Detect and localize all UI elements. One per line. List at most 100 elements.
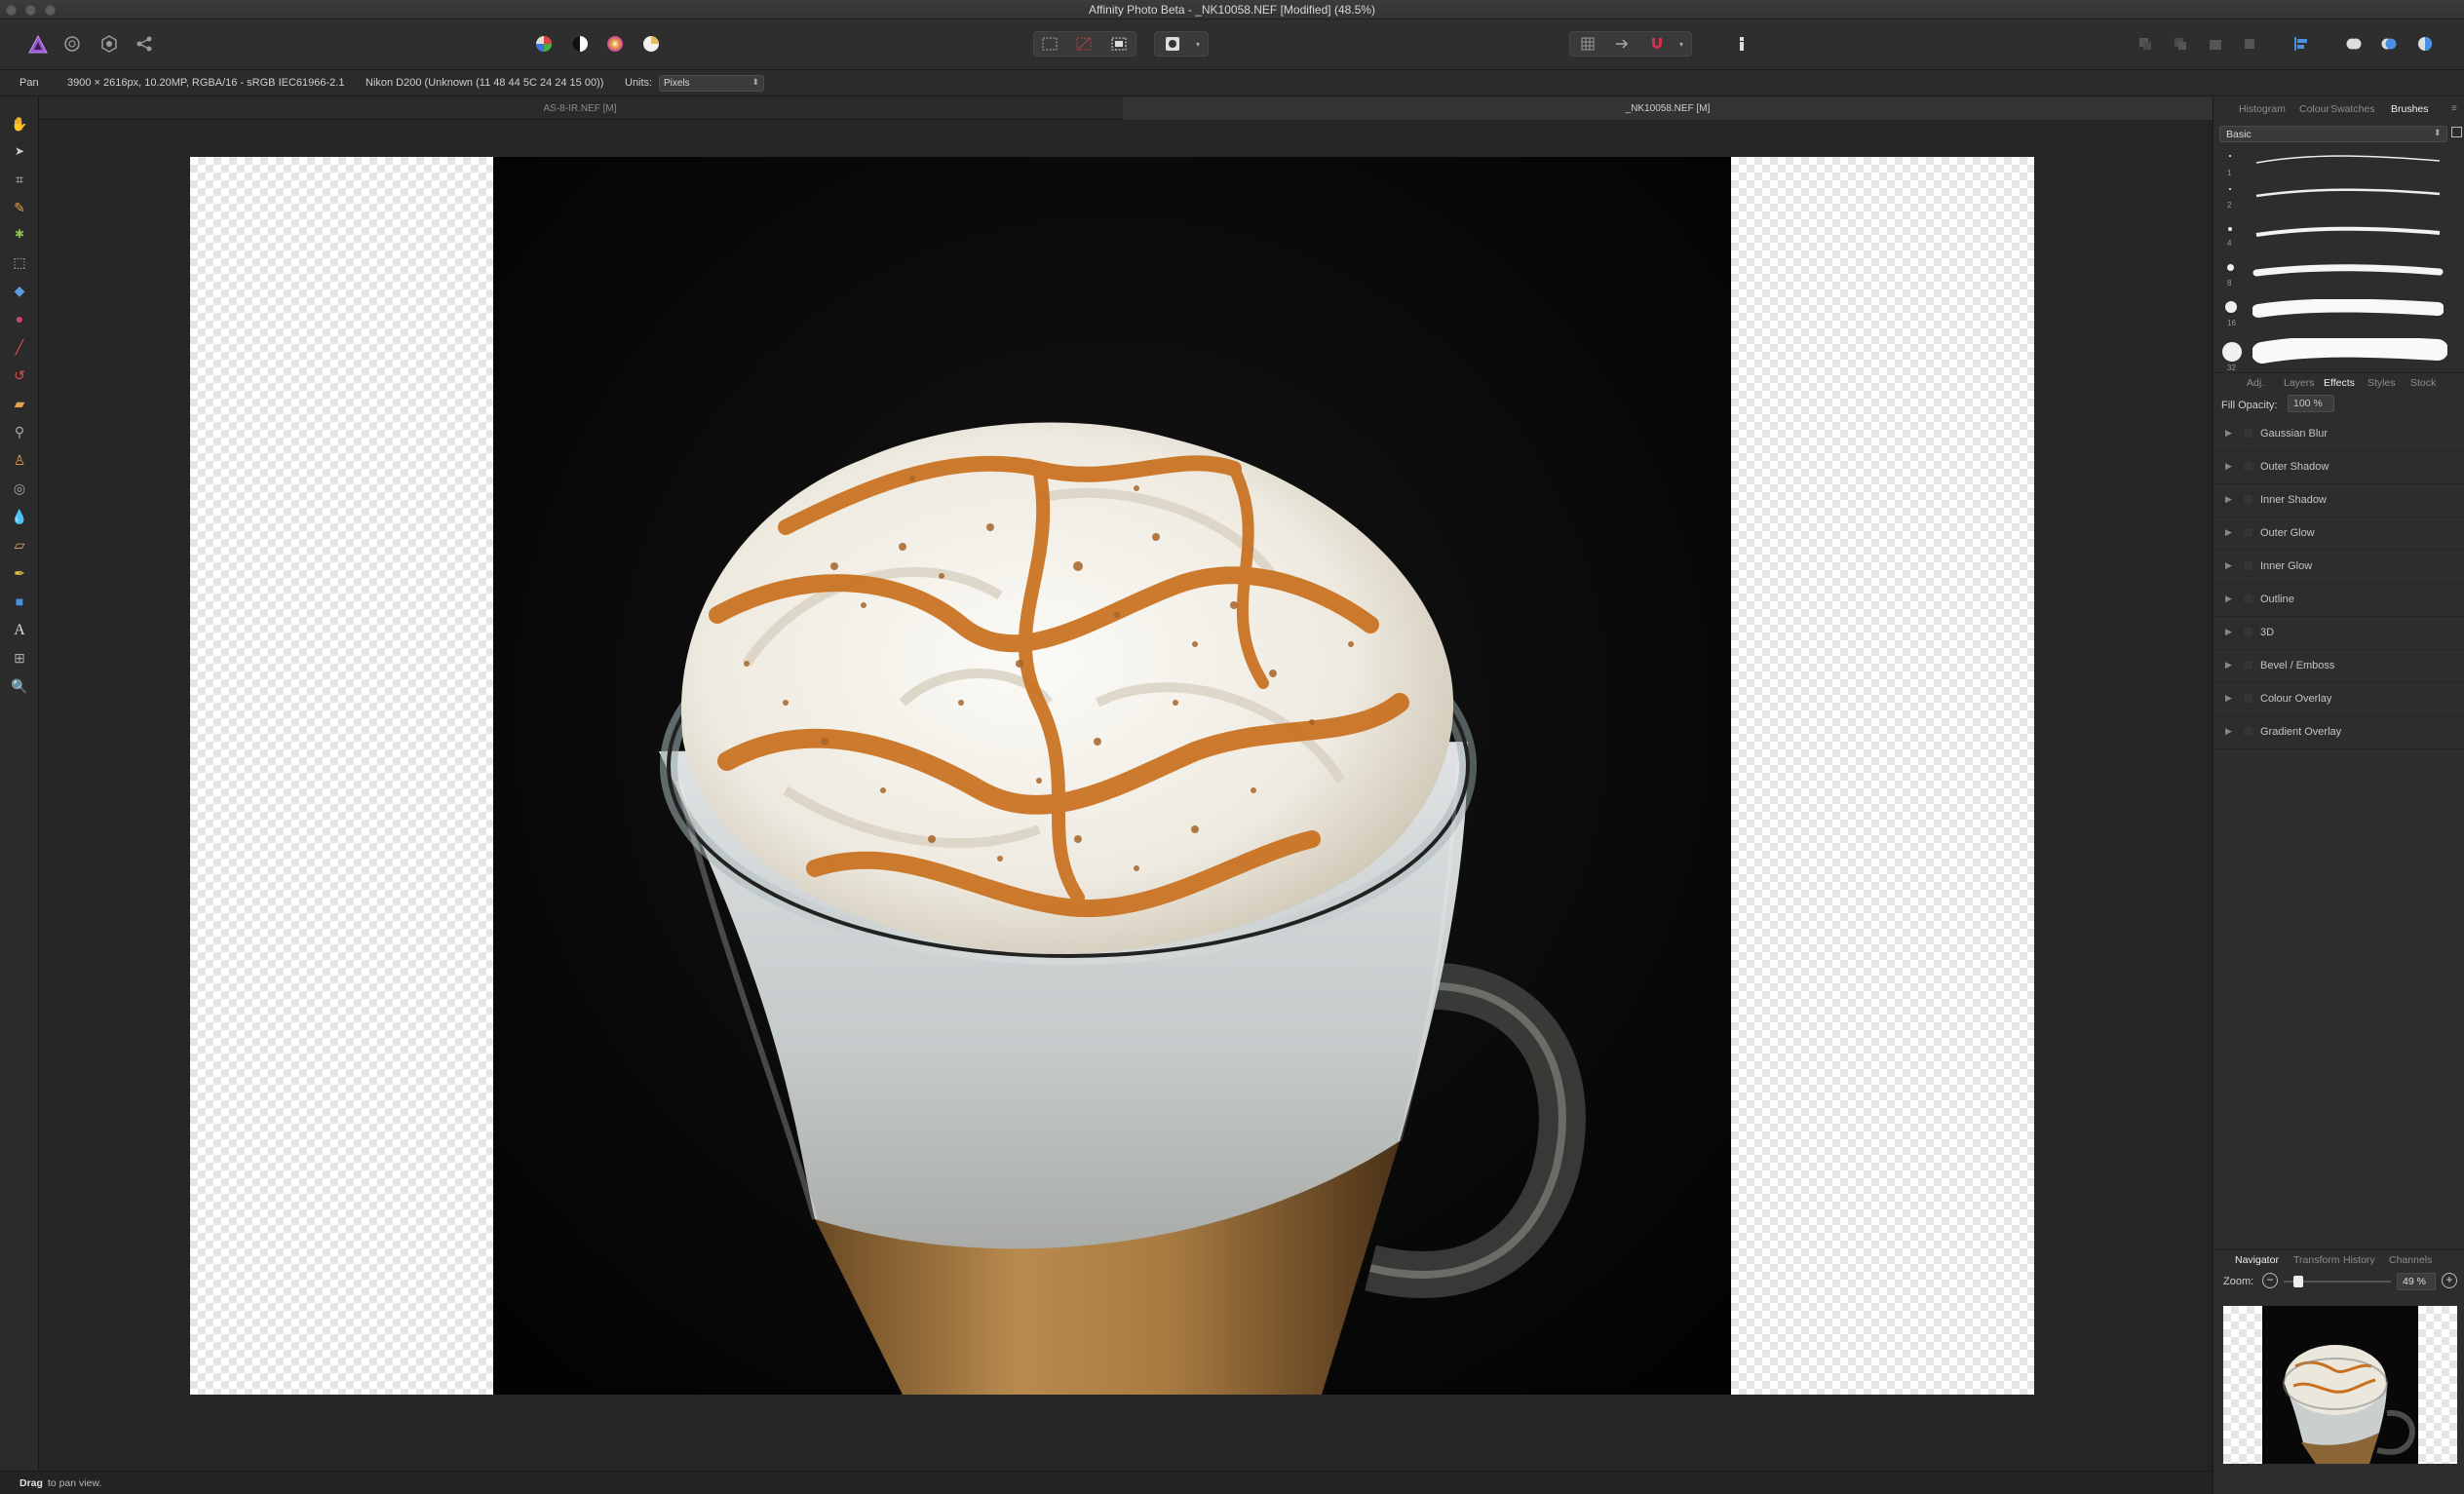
develop-persona-icon[interactable] [100,35,118,53]
auto-white-balance-icon[interactable] [642,35,660,53]
zoom-value-input[interactable]: 49 % [2397,1273,2436,1290]
expand-arrow-icon[interactable]: ▶ [2225,461,2232,472]
liquify-persona-icon[interactable] [63,35,81,53]
fill-opacity-input[interactable]: 100 % [2288,395,2334,412]
brush-item[interactable]: 2 [2217,184,2461,221]
zoom-in-icon[interactable]: + [2442,1273,2457,1288]
effect-checkbox[interactable] [2243,428,2253,439]
crop-icon[interactable]: ⌗ [10,170,29,189]
flood-select-icon[interactable]: ✱ [10,224,29,244]
select-all-icon[interactable] [1041,35,1059,53]
effect-checkbox[interactable] [2243,594,2253,604]
marquee-icon[interactable]: ⬚ [10,252,29,272]
effect-inner-shadow[interactable]: ▶ Inner Shadow [2214,484,2464,517]
doc-tab-0[interactable]: AS-8-IR.NEF [M] [39,96,1121,120]
effect-3d[interactable]: ▶ 3D [2214,617,2464,650]
effect-checkbox[interactable] [2243,560,2253,571]
force-pixel-alignment-icon[interactable] [1614,35,1632,53]
auto-colour-icon[interactable] [606,35,624,53]
expand-arrow-icon[interactable]: ▶ [2225,726,2232,737]
snapping-magnet-icon[interactable] [1648,35,1666,53]
expand-arrow-icon[interactable]: ▶ [2225,660,2232,670]
effect-gaussian-blur[interactable]: ▶ Gaussian Blur [2214,418,2464,451]
boolean-subtract-icon[interactable] [2380,35,2398,53]
tab-stock[interactable]: Stock [2410,377,2436,389]
brush-item[interactable]: 1 [2217,147,2461,184]
tab-styles[interactable]: Styles [2368,377,2396,389]
tab-layers[interactable]: Layers [2284,377,2315,389]
tab-effects[interactable]: Effects [2324,377,2355,389]
brush-item[interactable]: 4 [2217,223,2461,260]
effect-checkbox[interactable] [2243,461,2253,472]
affinity-photo-persona-icon[interactable] [27,34,49,56]
tab-channels[interactable]: Channels [2389,1254,2432,1266]
effect-bevel-emboss[interactable]: ▶ Bevel / Emboss [2214,650,2464,683]
selection-brush-icon[interactable]: ✎ [10,198,29,217]
boolean-intersect-icon[interactable] [2416,35,2434,53]
effect-checkbox[interactable] [2243,494,2253,505]
align-icon[interactable] [2292,35,2310,53]
units-select[interactable]: Pixels [659,75,764,92]
navigator-thumbnail[interactable] [2223,1306,2457,1464]
paint-brush-icon[interactable]: ╱ [10,337,29,357]
shape-icon[interactable]: ■ [10,592,29,611]
effect-outer-shadow[interactable]: ▶ Outer Shadow [2214,451,2464,484]
auto-contrast-icon[interactable] [571,35,589,53]
expand-arrow-icon[interactable]: ▶ [2225,494,2232,505]
dodge-icon[interactable]: ⚲ [10,422,29,441]
export-persona-icon[interactable] [135,35,153,53]
zoom-slider-thumb[interactable] [2293,1276,2303,1287]
effect-checkbox[interactable] [2243,527,2253,538]
panel-menu-icon[interactable]: ≡ [2451,103,2457,114]
move-icon[interactable]: ➤ [10,141,29,161]
tab-swatches[interactable]: Swatches [2330,103,2375,115]
effect-checkbox[interactable] [2243,726,2253,737]
move-to-front-icon[interactable] [2241,35,2258,53]
brush-category-dropdown-icon[interactable]: ⬍ [2434,128,2442,138]
snapping-dropdown-icon[interactable]: ▾ [1675,31,1688,57]
tab-navigator[interactable]: Navigator [2235,1254,2279,1266]
effect-colour-overlay[interactable]: ▶ Colour Overlay [2214,683,2464,716]
effect-outline[interactable]: ▶ Outline [2214,584,2464,617]
zoom-out-icon[interactable]: − [2262,1273,2278,1288]
move-forward-one-icon[interactable] [2207,35,2224,53]
effect-checkbox[interactable] [2243,660,2253,670]
red-eye-icon[interactable]: ◎ [10,479,29,498]
blur-brush-icon[interactable]: 💧 [10,507,29,526]
tab-histogram[interactable]: Histogram [2239,103,2286,115]
effect-checkbox[interactable] [2243,627,2253,637]
effect-gradient-overlay[interactable]: ▶ Gradient Overlay [2214,716,2464,749]
deselect-icon[interactable] [1075,35,1093,53]
brush-item[interactable]: 16 [2217,299,2461,338]
colour-replacement-icon[interactable]: ↺ [10,365,29,385]
document-artboard[interactable] [190,157,2034,1395]
effect-checkbox[interactable] [2243,693,2253,704]
expand-arrow-icon[interactable]: ▶ [2225,693,2232,704]
healing-brush-icon[interactable]: ▱ [10,535,29,555]
expand-arrow-icon[interactable]: ▶ [2225,627,2232,637]
erase-brush-icon[interactable]: ▰ [10,394,29,413]
brush-view-toggle-icon[interactable] [2451,127,2462,137]
expand-arrow-icon[interactable]: ▶ [2225,594,2232,604]
text-icon[interactable]: A [10,621,29,640]
flood-fill-icon[interactable]: ◆ [10,281,29,300]
pen-icon[interactable]: ✒ [10,563,29,583]
tab-adjustments[interactable]: Adj. [2247,377,2264,389]
tab-history[interactable]: History [2343,1254,2375,1266]
tab-transform[interactable]: Transform [2293,1254,2339,1266]
invert-selection-icon[interactable] [1110,35,1128,53]
gradient-icon[interactable]: ● [10,309,29,328]
expand-arrow-icon[interactable]: ▶ [2225,428,2232,439]
tab-brushes[interactable]: Brushes [2391,103,2429,115]
brush-category-select[interactable]: Basic [2219,126,2447,142]
auto-levels-icon[interactable] [535,35,553,53]
mesh-warp-icon[interactable]: ⊞ [10,648,29,668]
document-canvas[interactable] [39,120,2207,1471]
tab-colour[interactable]: Colour [2299,103,2329,115]
expand-arrow-icon[interactable]: ▶ [2225,527,2232,538]
quick-mask-dropdown-icon[interactable]: ▾ [1191,31,1205,57]
move-back-one-icon[interactable] [2172,35,2189,53]
clone-icon[interactable]: ♙ [10,450,29,470]
zoom-icon[interactable]: 🔍 [10,676,29,696]
grid-icon[interactable] [1579,35,1597,53]
